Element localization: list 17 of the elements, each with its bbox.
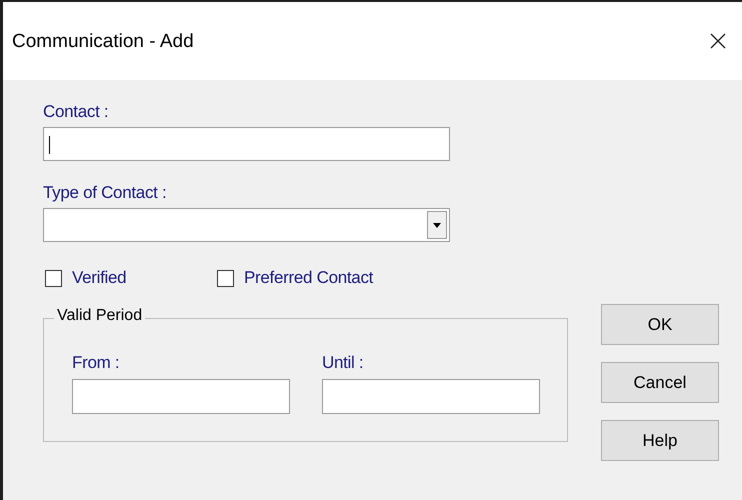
contact-field[interactable] [43,127,450,161]
dialog-button[interactable]: OK [601,304,719,345]
checkbox-label: Verified [72,268,126,288]
type-of-contact-dropdown[interactable] [43,208,450,242]
dialog-button[interactable]: Help [601,420,719,461]
close-icon[interactable] [710,33,726,49]
checkbox[interactable] [217,270,234,286]
until-label: Until : [322,353,364,373]
type-of-contact-label: Type of Contact : [43,183,168,203]
dialog-button[interactable]: Cancel [601,362,719,403]
from-label: From : [72,353,120,373]
from-field[interactable] [72,379,290,414]
window-title: Communication - Add [12,31,194,53]
checkbox-label: Preferred Contact [244,268,374,288]
contact-label: Contact : [43,102,110,122]
checkbox[interactable] [45,270,62,286]
until-field[interactable] [322,379,540,414]
